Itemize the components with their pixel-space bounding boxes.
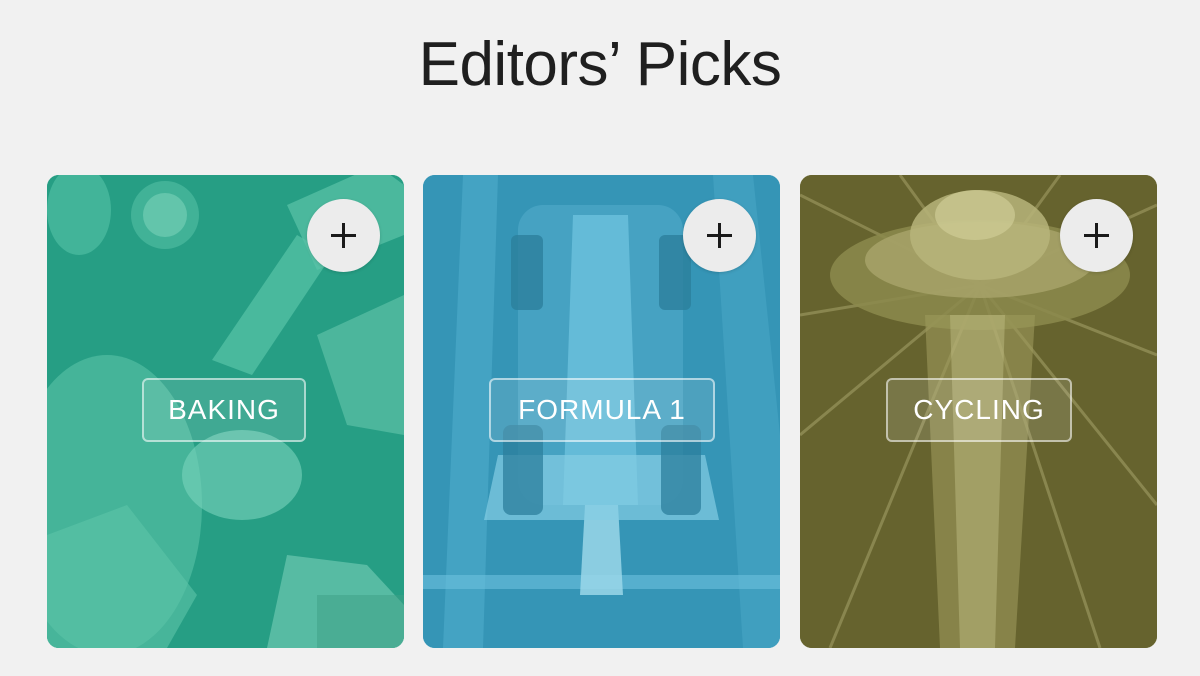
add-baking-button[interactable] xyxy=(307,199,380,272)
card-label: FORMULA 1 xyxy=(518,394,686,425)
card-label: BAKING xyxy=(168,394,280,425)
card-cycling[interactable]: CYCLING xyxy=(800,175,1157,648)
picks-card-list: BAKING FORMULA 1 CYCLING xyxy=(47,175,1157,648)
add-formula-1-button[interactable] xyxy=(683,199,756,272)
page-title: Editors’ Picks xyxy=(418,30,782,99)
card-baking[interactable]: BAKING xyxy=(47,175,404,648)
editors-picks-page: Editors’ Picks BAKING FORMULA 1 CYCLING xyxy=(0,0,1200,676)
plus-icon xyxy=(1084,223,1109,248)
add-cycling-button[interactable] xyxy=(1060,199,1133,272)
card-formula-1[interactable]: FORMULA 1 xyxy=(423,175,780,648)
formula-1-label-button[interactable]: FORMULA 1 xyxy=(489,378,715,442)
cycling-label-button[interactable]: CYCLING xyxy=(886,378,1072,442)
baking-label-button[interactable]: BAKING xyxy=(142,378,306,442)
plus-icon xyxy=(707,223,732,248)
card-label: CYCLING xyxy=(913,394,1045,425)
plus-icon xyxy=(331,223,356,248)
